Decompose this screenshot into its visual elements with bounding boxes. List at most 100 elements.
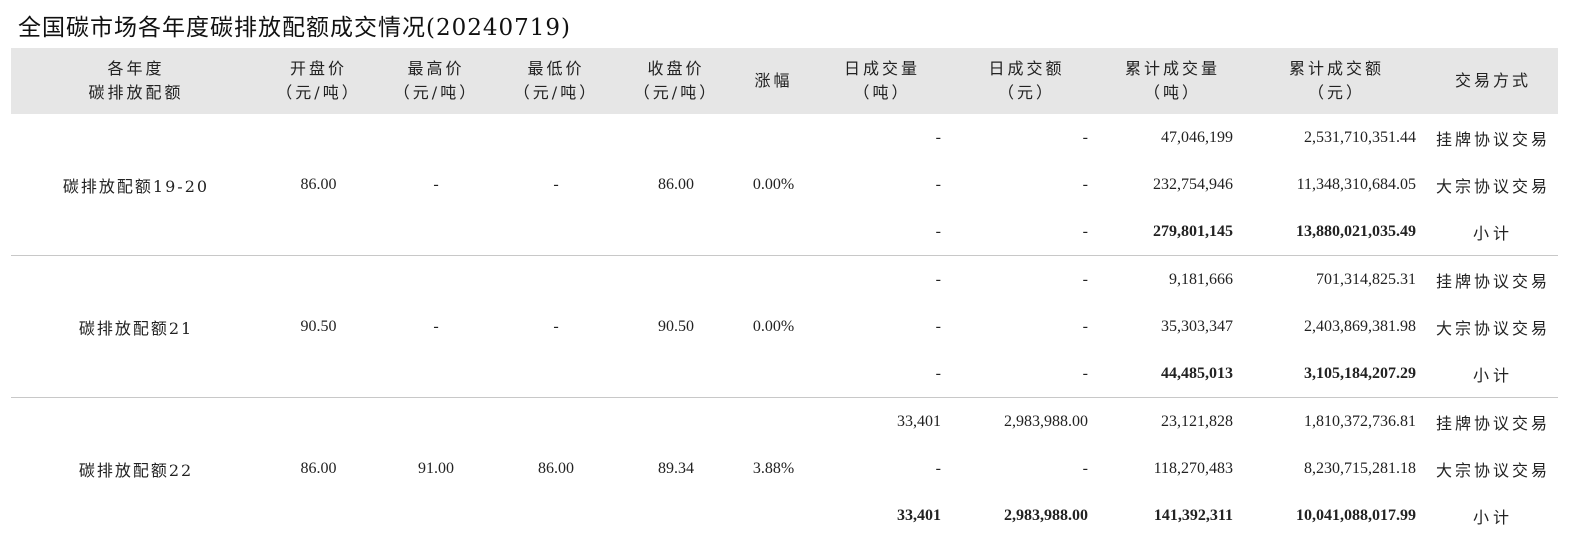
header-method: 交易方式 bbox=[1428, 48, 1558, 114]
close-price: 90.50 bbox=[616, 255, 736, 398]
header-high-line2: （元/吨） bbox=[393, 83, 479, 102]
cum-volume: 47,046,199 bbox=[1161, 128, 1233, 146]
low-price: - bbox=[496, 255, 616, 398]
trade-method: 大宗协议交易 bbox=[1435, 176, 1550, 196]
trade-method: 大宗协议交易 bbox=[1435, 318, 1550, 338]
day-volume: - bbox=[935, 175, 941, 193]
carbon-trading-table: 各年度 碳排放配额 开盘价 （元/吨） 最高价 （元/吨） 最低价 （元/吨） … bbox=[11, 48, 1558, 539]
cum-volume-subtotal: 141,392,311 bbox=[1153, 506, 1233, 524]
day-amount: - bbox=[1082, 222, 1088, 240]
cum-amount: 701,314,825.31 bbox=[1245, 255, 1428, 303]
cum-volume: 232,754,946 bbox=[1153, 175, 1233, 193]
close-price: 86.00 bbox=[658, 175, 694, 193]
header-cum-volume-line2: （吨） bbox=[1143, 83, 1201, 102]
high-price: 91.00 bbox=[376, 397, 496, 539]
table-row: 碳排放配额19-20 86.00 - - 86.00 0.00% - - 47,… bbox=[11, 114, 1558, 196]
header-product-line2: 碳排放配额 bbox=[88, 83, 184, 102]
day-volume: 33,401 bbox=[811, 397, 953, 445]
change-percent: 0.00% bbox=[752, 175, 795, 193]
subtotal-label: 小计 bbox=[1472, 223, 1513, 243]
header-close-line1: 收盘价 bbox=[647, 59, 705, 78]
open-price: 86.00 bbox=[300, 175, 337, 193]
cum-volume-subtotal: 44,485,013 bbox=[1161, 364, 1233, 382]
trade-method: 大宗协议交易 bbox=[1435, 460, 1550, 480]
day-volume: - bbox=[935, 317, 941, 335]
cum-amount-subtotal: 10,041,088,017.99 bbox=[1296, 506, 1416, 524]
cum-amount-subtotal: 3,105,184,207.29 bbox=[1304, 364, 1416, 382]
day-volume: - bbox=[935, 222, 941, 240]
header-product-line1: 各年度 bbox=[107, 59, 165, 78]
header-high: 最高价 （元/吨） bbox=[376, 48, 496, 114]
day-volume: - bbox=[935, 459, 941, 477]
header-cum-amount-line1: 累计成交额 bbox=[1288, 59, 1384, 78]
table-header-row: 各年度 碳排放配额 开盘价 （元/吨） 最高价 （元/吨） 最低价 （元/吨） … bbox=[11, 48, 1558, 114]
cum-volume: 118,270,483 bbox=[1153, 459, 1233, 477]
low-price: 86.00 bbox=[496, 397, 616, 539]
cum-volume: 35,303,347 bbox=[1161, 317, 1233, 335]
page-title: 全国碳市场各年度碳排放配额成交情况(20240719) bbox=[18, 15, 572, 41]
trade-method: 挂牌协议交易 bbox=[1428, 255, 1558, 303]
header-product: 各年度 碳排放配额 bbox=[11, 48, 261, 114]
header-day-amount: 日成交额 （元） bbox=[953, 48, 1100, 114]
header-change: 涨幅 bbox=[736, 48, 811, 114]
header-low-line2: （元/吨） bbox=[513, 83, 599, 102]
day-volume-subtotal: 33,401 bbox=[897, 506, 941, 524]
product-name: 碳排放配额19-20 bbox=[62, 176, 210, 196]
high-price: - bbox=[376, 255, 496, 398]
header-low: 最低价 （元/吨） bbox=[496, 48, 616, 114]
header-open-line1: 开盘价 bbox=[289, 59, 347, 78]
day-amount-subtotal: 2,983,988.00 bbox=[1004, 506, 1088, 524]
header-cum-volume: 累计成交量 （吨） bbox=[1100, 48, 1245, 114]
cum-amount: 8,230,715,281.18 bbox=[1304, 459, 1416, 477]
subtotal-label: 小计 bbox=[1472, 507, 1513, 527]
header-cum-volume-line1: 累计成交量 bbox=[1124, 59, 1220, 78]
header-close-line2: （元/吨） bbox=[633, 83, 719, 102]
day-volume: - bbox=[935, 128, 941, 146]
day-amount: - bbox=[1082, 317, 1088, 335]
cum-volume: 23,121,828 bbox=[1100, 397, 1245, 445]
cum-amount: 11,348,310,684.05 bbox=[1296, 175, 1416, 193]
cum-amount-subtotal: 13,880,021,035.49 bbox=[1296, 222, 1416, 240]
header-day-amount-line2: （元） bbox=[997, 83, 1055, 102]
subtotal-label: 小计 bbox=[1472, 365, 1513, 385]
header-open: 开盘价 （元/吨） bbox=[261, 48, 376, 114]
low-price: - bbox=[553, 175, 559, 193]
cum-volume-subtotal: 279,801,145 bbox=[1153, 222, 1233, 240]
header-low-line1: 最低价 bbox=[527, 59, 585, 78]
open-price: 86.00 bbox=[261, 397, 376, 539]
header-day-volume-line1: 日成交量 bbox=[843, 59, 920, 78]
day-amount: - bbox=[1082, 364, 1088, 382]
high-price: - bbox=[433, 175, 439, 193]
cum-amount: 2,403,869,381.98 bbox=[1304, 317, 1416, 335]
product-name: 碳排放配额22 bbox=[11, 397, 261, 539]
day-amount: - bbox=[1082, 459, 1088, 477]
day-amount: - bbox=[1082, 175, 1088, 193]
cum-amount: 2,531,710,351.44 bbox=[1304, 128, 1416, 146]
day-amount: 2,983,988.00 bbox=[953, 397, 1100, 445]
change-percent: 0.00% bbox=[736, 255, 811, 398]
trade-method: 挂牌协议交易 bbox=[1428, 397, 1558, 445]
header-high-line1: 最高价 bbox=[407, 59, 465, 78]
day-volume: - bbox=[935, 364, 941, 382]
header-cum-amount-line2: （元） bbox=[1307, 83, 1365, 102]
header-day-volume: 日成交量 （吨） bbox=[811, 48, 953, 114]
cum-amount: 1,810,372,736.81 bbox=[1245, 397, 1428, 445]
day-amount: - bbox=[1082, 128, 1088, 146]
header-open-line2: （元/吨） bbox=[276, 83, 361, 102]
header-change-line1: 涨幅 bbox=[754, 71, 793, 90]
day-amount: - bbox=[953, 255, 1100, 303]
table-row: 碳排放配额22 86.00 91.00 86.00 89.34 3.88% 33… bbox=[11, 397, 1558, 539]
header-close: 收盘价 （元/吨） bbox=[616, 48, 736, 114]
header-method-line1: 交易方式 bbox=[1454, 71, 1531, 90]
day-volume: - bbox=[811, 255, 953, 303]
open-price: 90.50 bbox=[261, 255, 376, 398]
header-day-volume-line2: （吨） bbox=[853, 83, 911, 102]
close-price: 89.34 bbox=[616, 397, 736, 539]
header-cum-amount: 累计成交额 （元） bbox=[1245, 48, 1428, 114]
product-name: 碳排放配额21 bbox=[11, 255, 261, 398]
change-percent: 3.88% bbox=[736, 397, 811, 539]
trade-method: 挂牌协议交易 bbox=[1435, 129, 1550, 149]
table-row: 碳排放配额21 90.50 - - 90.50 0.00% - - 9,181,… bbox=[11, 255, 1558, 398]
header-day-amount-line1: 日成交额 bbox=[988, 59, 1065, 78]
cum-volume: 9,181,666 bbox=[1100, 255, 1245, 303]
